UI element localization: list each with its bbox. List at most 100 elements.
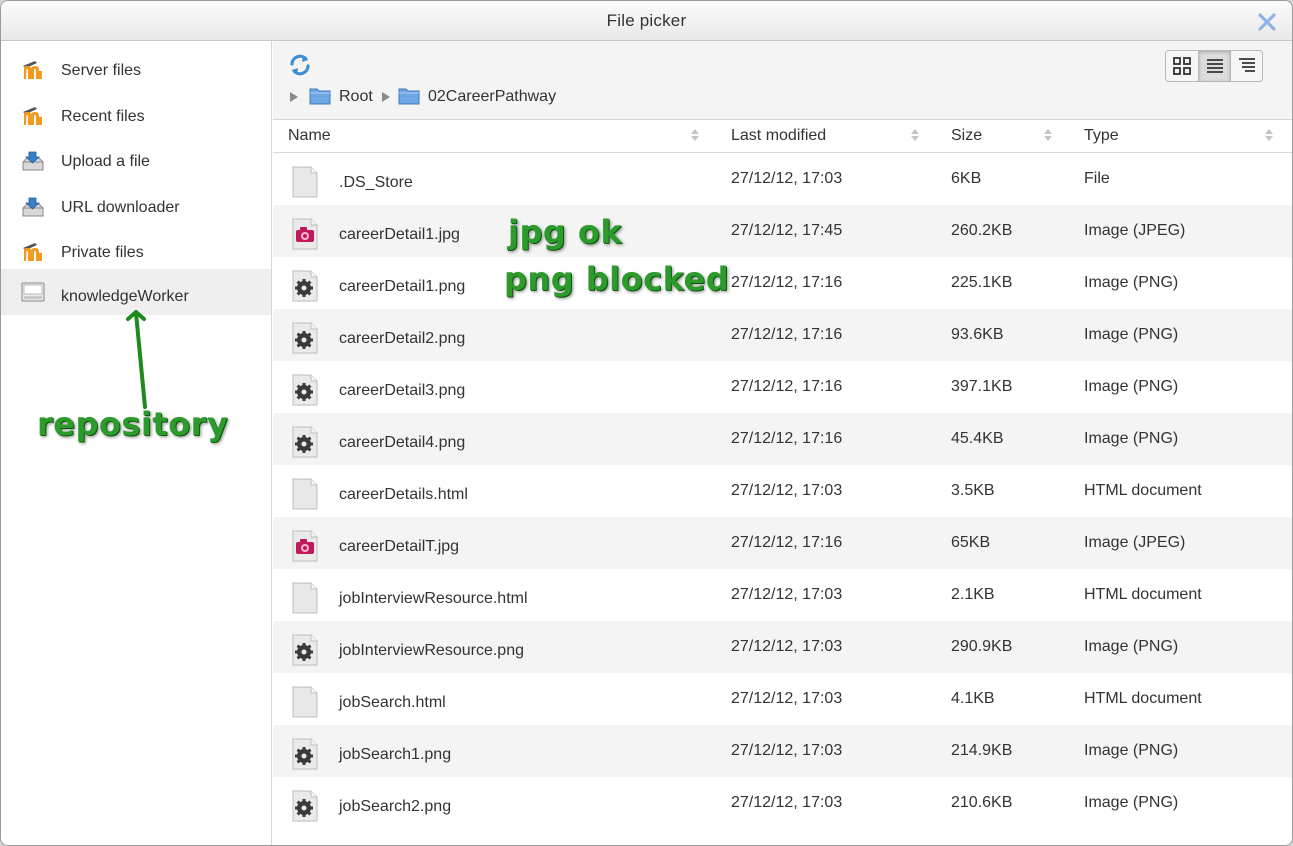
file-modified: 27/12/12, 17:03 bbox=[731, 690, 843, 707]
view-mode-switcher bbox=[1165, 50, 1263, 82]
file-type: Image (PNG) bbox=[1084, 326, 1179, 343]
table-row[interactable]: .DS_Store 27/12/12, 17:03 6KB File bbox=[273, 153, 1292, 205]
file-modified: 27/12/12, 17:45 bbox=[731, 222, 843, 239]
sidebar-item-server-files[interactable]: Server files bbox=[1, 45, 271, 89]
column-header-size[interactable]: Size bbox=[951, 127, 982, 145]
file-icon bbox=[292, 686, 318, 718]
table-row[interactable]: careerDetailT.jpg 27/12/12, 17:16 65KB Imag… bbox=[273, 517, 1292, 569]
file-name[interactable]: careerDetail4.png bbox=[339, 434, 465, 452]
sidebar-item-label: Upload a file bbox=[61, 153, 150, 170]
breadcrumb-item-current-folder[interactable]: 02CareerPathway bbox=[428, 88, 556, 106]
file-modified: 27/12/12, 17:16 bbox=[731, 326, 843, 343]
file-size: 93.6KB bbox=[951, 326, 1004, 343]
file-size: 225.1KB bbox=[951, 274, 1013, 291]
column-header-type[interactable]: Type bbox=[1084, 127, 1119, 145]
png-annotation: png blocked bbox=[504, 260, 730, 298]
file-name[interactable]: careerDetail2.png bbox=[339, 330, 465, 348]
breadcrumb-item-root[interactable]: Root bbox=[339, 88, 373, 106]
repository-icon bbox=[21, 282, 45, 302]
moodle-icon bbox=[23, 107, 42, 125]
file-type: Image (JPEG) bbox=[1084, 534, 1186, 551]
table-row[interactable]: jobInterviewResource.png 27/12/12, 17:03 2… bbox=[273, 621, 1292, 673]
file-name[interactable]: jobSearch1.png bbox=[339, 746, 451, 764]
table-row[interactable]: jobSearch1.png 27/12/12, 17:03 214.9KB Imag… bbox=[273, 725, 1292, 777]
file-type: Image (PNG) bbox=[1084, 378, 1179, 395]
sidebar-item-upload-a-file[interactable]: Upload a file bbox=[1, 136, 271, 180]
sidebar-item-private-files[interactable]: Private files bbox=[1, 227, 271, 271]
sort-icon[interactable] bbox=[1264, 128, 1274, 142]
file-picker-dialog: File picker Server files Recent files Up… bbox=[0, 0, 1293, 846]
file-type: HTML document bbox=[1084, 586, 1202, 603]
sort-icon[interactable] bbox=[690, 128, 700, 142]
file-modified: 27/12/12, 17:03 bbox=[731, 170, 843, 187]
file-size: 45.4KB bbox=[951, 430, 1004, 447]
table-row[interactable]: careerDetail3.png 27/12/12, 17:16 397.1KB I… bbox=[273, 361, 1292, 413]
sidebar-item-recent-files[interactable]: Recent files bbox=[1, 91, 271, 135]
file-size: 2.1KB bbox=[951, 586, 995, 603]
file-type: Image (PNG) bbox=[1084, 274, 1179, 291]
sidebar-item-label: Private files bbox=[61, 244, 144, 261]
png-icon bbox=[292, 426, 318, 458]
annotation-arrow-icon bbox=[126, 310, 147, 409]
file-size: 65KB bbox=[951, 534, 991, 551]
file-size: 6KB bbox=[951, 170, 982, 187]
repository-annotation: repository bbox=[37, 405, 229, 443]
refresh-button[interactable] bbox=[287, 52, 313, 78]
file-name[interactable]: .DS_Store bbox=[339, 174, 413, 192]
file-name[interactable]: careerDetailT.jpg bbox=[339, 538, 459, 556]
file-type: Image (PNG) bbox=[1084, 430, 1179, 447]
url-download-icon bbox=[22, 197, 44, 217]
column-header-name[interactable]: Name bbox=[288, 127, 331, 145]
file-icon bbox=[292, 166, 318, 198]
file-modified: 27/12/12, 17:16 bbox=[731, 430, 843, 447]
column-header-last-modified[interactable]: Last modified bbox=[731, 127, 826, 145]
table-row[interactable]: careerDetail2.png 27/12/12, 17:16 93.6KB Im… bbox=[273, 309, 1292, 361]
sidebar-item-url-downloader[interactable]: URL downloader bbox=[1, 182, 271, 226]
table-row[interactable]: jobInterviewResource.html 27/12/12, 17:03… bbox=[273, 569, 1292, 621]
view-icons-button[interactable] bbox=[1166, 51, 1198, 81]
file-size: 260.2KB bbox=[951, 222, 1013, 239]
view-tree-button[interactable] bbox=[1231, 51, 1262, 81]
file-modified: 27/12/12, 17:03 bbox=[731, 794, 843, 811]
file-size: 397.1KB bbox=[951, 378, 1013, 395]
table-row[interactable]: careerDetail1.jpg 27/12/12, 17:45 260.2KB I… bbox=[273, 205, 1292, 257]
file-name[interactable]: careerDetail1.jpg bbox=[339, 226, 460, 244]
table-row[interactable]: careerDetail4.png 27/12/12, 17:16 45.4KB Im… bbox=[273, 413, 1292, 465]
file-name[interactable]: careerDetails.html bbox=[339, 486, 468, 504]
table-row[interactable]: jobSearch2.png 27/12/12, 17:03 210.6KB Imag… bbox=[273, 777, 1292, 829]
file-name[interactable]: careerDetail1.png bbox=[339, 278, 465, 296]
grid-icon bbox=[1173, 57, 1191, 75]
table-row[interactable]: careerDetail1.png 27/12/12, 17:16 225.1KB I… bbox=[273, 257, 1292, 309]
view-list-button[interactable] bbox=[1198, 51, 1231, 81]
png-icon bbox=[292, 270, 318, 302]
png-icon bbox=[292, 322, 318, 354]
file-type: File bbox=[1084, 170, 1110, 187]
close-button[interactable] bbox=[1256, 11, 1278, 33]
file-type: Image (JPEG) bbox=[1084, 222, 1186, 239]
sort-icon[interactable] bbox=[1043, 128, 1053, 142]
file-name[interactable]: jobSearch.html bbox=[339, 694, 446, 712]
file-name[interactable]: jobInterviewResource.png bbox=[339, 642, 524, 660]
file-type: HTML document bbox=[1084, 690, 1202, 707]
folder-icon[interactable] bbox=[398, 86, 420, 106]
table-row[interactable]: careerDetails.html 27/12/12, 17:03 3.5KB HT… bbox=[273, 465, 1292, 517]
sidebar-item-label: Server files bbox=[61, 62, 142, 79]
table-row[interactable]: jobSearch.html 27/12/12, 17:03 4.1KB HTML d… bbox=[273, 673, 1292, 725]
jpg-annotation: jpg ok bbox=[508, 213, 623, 251]
moodle-icon bbox=[23, 243, 42, 261]
png-icon bbox=[292, 374, 318, 406]
sort-icon[interactable] bbox=[910, 128, 920, 142]
file-modified: 27/12/12, 17:16 bbox=[731, 378, 843, 395]
folder-icon[interactable] bbox=[309, 86, 331, 106]
file-modified: 27/12/12, 17:03 bbox=[731, 482, 843, 499]
file-modified: 27/12/12, 17:03 bbox=[731, 638, 843, 655]
file-name[interactable]: careerDetail3.png bbox=[339, 382, 465, 400]
file-modified: 27/12/12, 17:03 bbox=[731, 742, 843, 759]
file-name[interactable]: jobSearch2.png bbox=[339, 798, 451, 816]
title-bar: File picker bbox=[1, 1, 1292, 41]
file-size: 290.9KB bbox=[951, 638, 1013, 655]
sidebar-item-label: Recent files bbox=[61, 108, 145, 125]
png-icon bbox=[292, 634, 318, 666]
file-name[interactable]: jobInterviewResource.html bbox=[339, 590, 528, 608]
file-modified: 27/12/12, 17:03 bbox=[731, 586, 843, 603]
